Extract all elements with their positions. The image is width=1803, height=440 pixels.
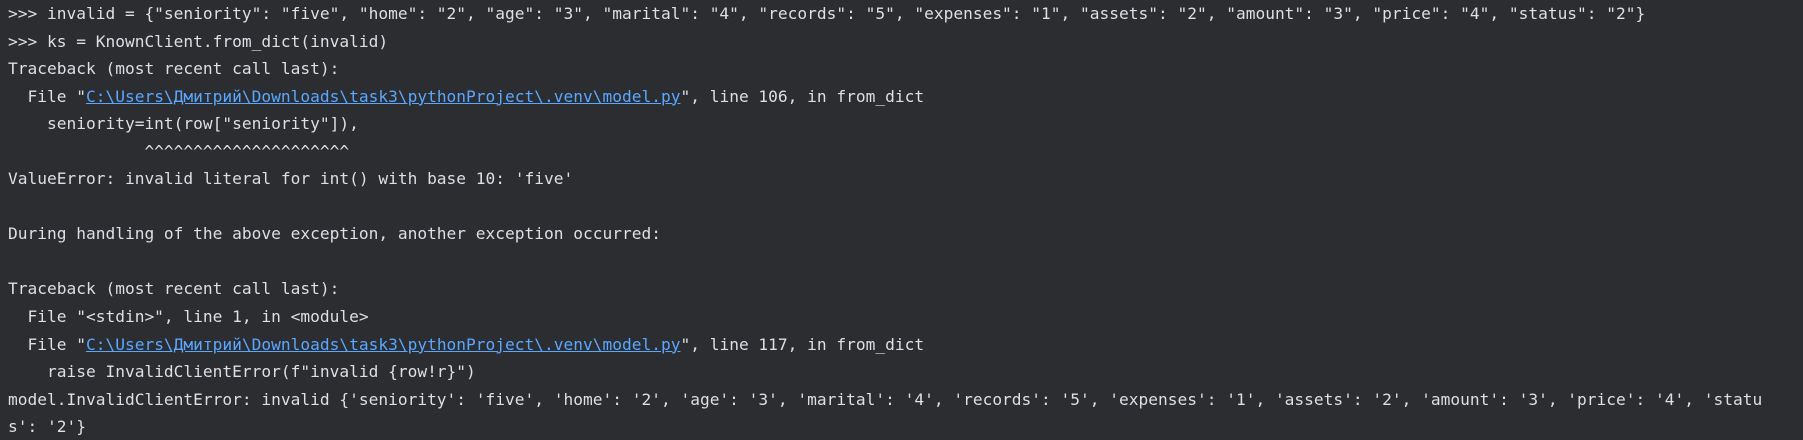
error-message-line: model.InvalidClientError: invalid {'seni… — [8, 389, 1763, 409]
console-line: seniority=int(row["seniority"]), — [8, 114, 359, 134]
console-line: ^^^^^^^^^^^^^^^^^^^^^ — [8, 141, 350, 161]
console-line: >>> ks = KnownClient.from_dict(invalid) — [8, 31, 389, 51]
traceback-file-line: File "C:\Users\Дмитрий\Downloads\task3\p… — [8, 83, 1803, 111]
error-message-line: ValueError: invalid literal for int() wi… — [8, 169, 574, 189]
file-path-link[interactable]: C:\Users\Дмитрий\Downloads\task3\pythonP… — [86, 87, 681, 106]
file-path-link[interactable]: C:\Users\Дмитрий\Downloads\task3\pythonP… — [86, 335, 681, 354]
file-suffix-text: ", line 117, in from_dict — [680, 334, 925, 354]
console-line: raise InvalidClientError(f"invalid {row!… — [8, 362, 476, 382]
console-line: File "<stdin>", line 1, in <module> — [8, 307, 369, 327]
file-suffix-text: ", line 106, in from_dict — [680, 86, 925, 106]
file-prefix-text: File " — [8, 86, 86, 106]
error-message-line: s': '2'} — [8, 417, 86, 437]
console-line: >>> invalid = {"seniority": "five", "hom… — [8, 4, 1646, 23]
python-console-output[interactable]: >>> invalid = {"seniority": "five", "hom… — [0, 0, 1803, 440]
console-line: Traceback (most recent call last): — [8, 59, 340, 79]
file-prefix-text: File " — [8, 334, 86, 354]
traceback-file-line: File "C:\Users\Дмитрий\Downloads\task3\p… — [8, 331, 1803, 359]
console-line: During handling of the above exception, … — [8, 224, 661, 244]
console-line: Traceback (most recent call last): — [8, 279, 340, 299]
